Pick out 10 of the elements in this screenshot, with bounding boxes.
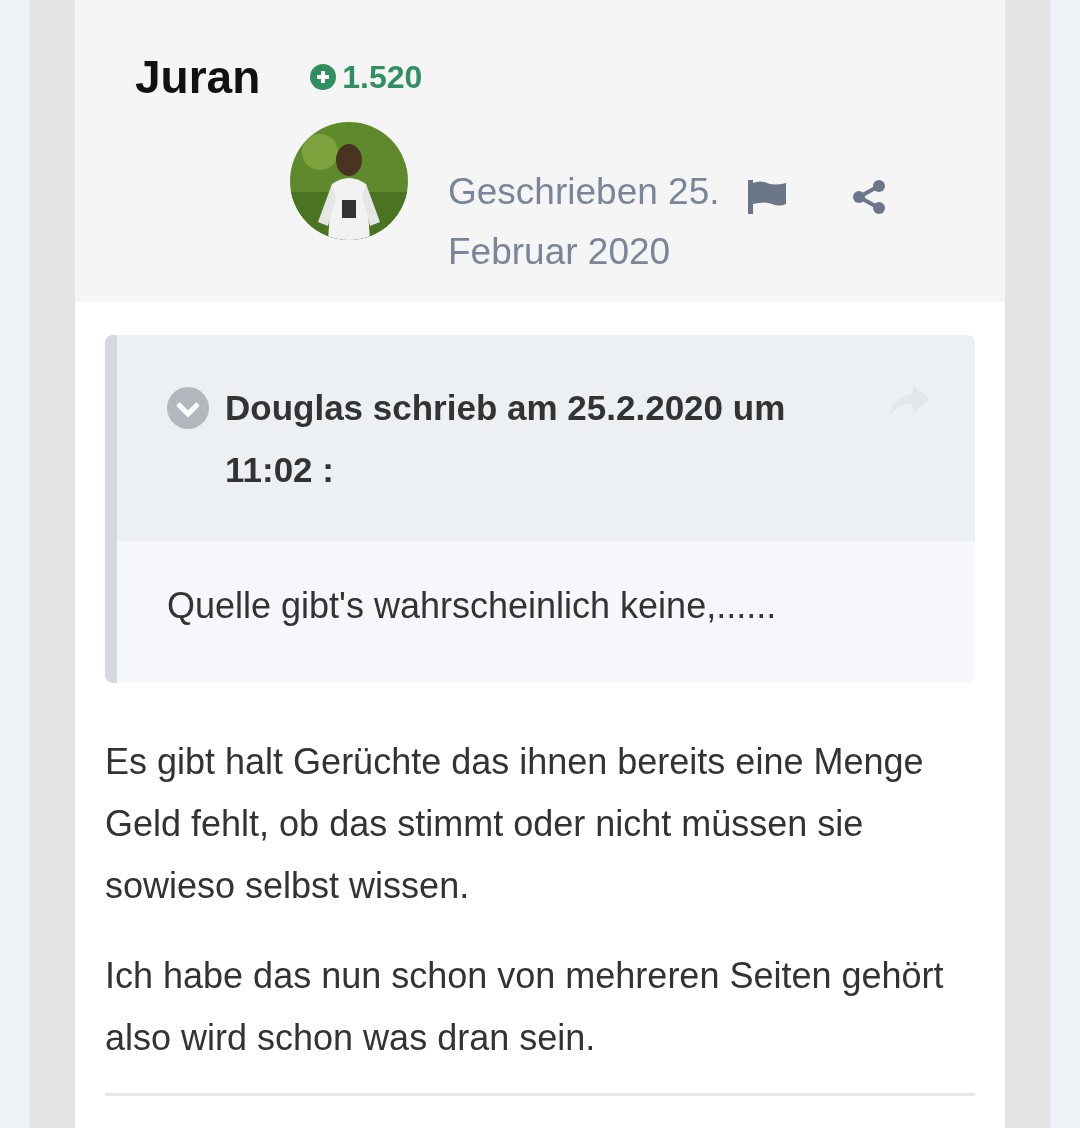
flag-icon[interactable] [748, 180, 786, 214]
post-paragraph: Ich habe das nun schon von mehreren Seiten gehört also wird schon was dran sein. [105, 954, 945, 1060]
quote-text: Quelle gibt's wahrscheinlich keine,...... [166, 584, 778, 628]
share-icon[interactable] [852, 180, 886, 214]
plus-circle-icon [310, 64, 337, 90]
post-date: Geschrieben 25. Februar 2020 [448, 170, 721, 274]
quote-author-line: Douglas schrieb am 25.2.2020 um 11:02 : [225, 387, 787, 491]
reputation-count: 1.520 [310, 58, 423, 96]
author-name[interactable]: Juran [135, 50, 261, 104]
post-paragraph: Es gibt halt Gerüchte das ihnen bereits eine Menge Geld fehlt, ob das stimmt oder nicht müssen sie sowieso selbst wissen. [105, 740, 925, 908]
